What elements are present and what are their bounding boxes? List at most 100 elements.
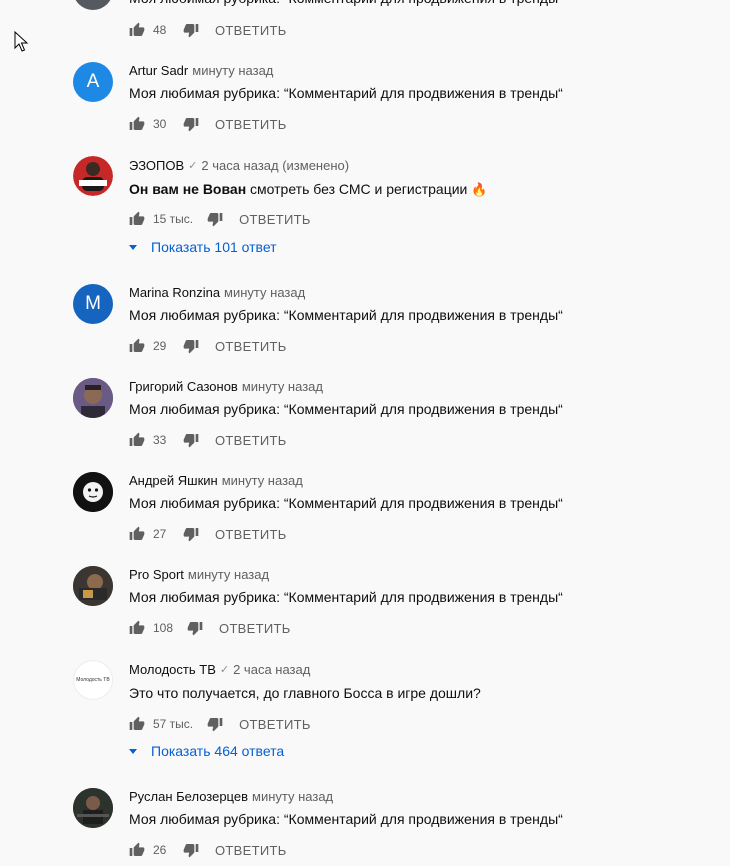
thumb-up-icon[interactable] <box>129 432 145 448</box>
comment-header: Artur Sadr минуту назад <box>129 63 273 79</box>
comment-header: Marina Ronzina минуту назад <box>129 285 305 301</box>
reply-button[interactable]: ОТВЕТИТЬ <box>215 339 287 354</box>
comment-actions: 26 ОТВЕТИТЬ <box>129 840 287 860</box>
comment-timestamp[interactable]: минуту назад <box>188 567 269 583</box>
thumb-down-icon[interactable] <box>183 842 199 858</box>
comment-timestamp[interactable]: 2 часа назад (изменено) <box>201 158 349 174</box>
comment-header: Молодость ТВ ✓ 2 часа назад <box>129 662 310 678</box>
like-count: 48 <box>153 23 167 37</box>
reply-button[interactable]: ОТВЕТИТЬ <box>215 433 287 448</box>
caret-down-icon <box>129 244 137 250</box>
comment-text: Моя любимая рубрика: “Комментарий для пр… <box>129 811 563 827</box>
author-name[interactable]: Pro Sport <box>129 567 184 583</box>
like-count: 30 <box>153 117 167 131</box>
comment-text: Моя любимая рубрика: “Комментарий для пр… <box>129 307 563 323</box>
thumb-down-icon[interactable] <box>183 116 199 132</box>
avatar[interactable]: A <box>73 62 113 102</box>
like-count: 57 тыс. <box>153 717 194 731</box>
comment-timestamp[interactable]: минуту назад <box>222 473 303 489</box>
author-name[interactable]: Руслан Белозерцев <box>129 789 248 805</box>
reply-button[interactable]: ОТВЕТИТЬ <box>239 212 311 227</box>
thumb-down-icon[interactable] <box>183 22 199 38</box>
check-icon: ✓ <box>188 160 198 172</box>
avatar-image <box>73 156 113 196</box>
comment-timestamp[interactable]: 2 часа назад <box>233 662 310 678</box>
comment-header: Руслан Белозерцев минуту назад <box>129 789 333 805</box>
reply-button[interactable]: ОТВЕТИТЬ <box>215 23 287 38</box>
avatar[interactable] <box>73 788 113 828</box>
comment-header: Андрей Яшкин минуту назад <box>129 473 303 489</box>
avatar[interactable] <box>73 0 113 10</box>
comment-actions: 33 ОТВЕТИТЬ <box>129 430 287 450</box>
comment-timestamp[interactable]: минуту назад <box>242 379 323 395</box>
check-icon: ✓ <box>219 664 230 676</box>
thumb-up-icon[interactable] <box>129 716 145 732</box>
comment-actions: 15 тыс. ОТВЕТИТЬ <box>129 209 311 229</box>
thumb-down-icon[interactable] <box>183 432 199 448</box>
fire-icon: 🔥 <box>471 182 488 197</box>
like-count: 27 <box>153 527 167 541</box>
author-name[interactable]: Григорий Сазонов <box>129 379 238 395</box>
avatar[interactable] <box>73 378 113 418</box>
comment-text-rest: смотреть без СМС и регистрации <box>246 181 468 197</box>
comment-text: Моя любимая рубрика: “Комментарий для пр… <box>129 401 563 417</box>
thumb-up-icon[interactable] <box>129 338 145 354</box>
thumb-up-icon[interactable] <box>129 211 145 227</box>
comment-text: Моя любимая рубрика: “Комментарий для пр… <box>129 85 563 101</box>
author-name[interactable]: Андрей Яшкин <box>129 473 218 489</box>
show-replies-label: Показать 464 ответа <box>151 743 285 759</box>
comment-timestamp[interactable]: минуту назад <box>224 285 305 301</box>
like-count: 108 <box>153 621 174 635</box>
thumb-up-icon[interactable] <box>129 116 145 132</box>
thumb-up-icon[interactable] <box>129 22 145 38</box>
reply-button[interactable]: ОТВЕТИТЬ <box>215 117 287 132</box>
thumb-down-icon[interactable] <box>183 526 199 542</box>
comment-timestamp[interactable]: минуту назад <box>252 789 333 805</box>
like-count: 26 <box>153 843 167 857</box>
comments-list: Моя любимая рубрика: “Комментарий для пр… <box>0 0 730 866</box>
thumb-down-icon[interactable] <box>207 716 223 732</box>
reply-button[interactable]: ОТВЕТИТЬ <box>239 717 311 732</box>
avatar-image <box>73 472 113 512</box>
author-name[interactable]: Молодость ТВ <box>129 662 216 678</box>
avatar[interactable] <box>73 566 113 606</box>
thumb-down-icon[interactable] <box>187 620 203 636</box>
comment-text-bold: Он вам не Вован <box>129 181 247 197</box>
comment-header: ЭЗОПОВ ✓ 2 часа назад (изменено) <box>129 158 349 174</box>
author-name[interactable]: Marina Ronzina <box>129 285 220 301</box>
reply-button[interactable]: ОТВЕТИТЬ <box>219 621 291 636</box>
avatar[interactable] <box>73 156 113 196</box>
comment-actions: 30 ОТВЕТИТЬ <box>129 114 287 134</box>
show-replies-label: Показать 101 ответ <box>151 239 277 255</box>
author-name[interactable]: ЭЗОПОВ <box>129 158 184 174</box>
thumb-down-icon[interactable] <box>207 211 223 227</box>
avatar-image <box>73 566 113 606</box>
avatar[interactable] <box>73 472 113 512</box>
avatar-label: Молодость ТВ <box>76 677 110 683</box>
comment-header: Pro Sport минуту назад <box>129 567 269 583</box>
avatar-letter: M <box>85 293 101 314</box>
reply-button[interactable]: ОТВЕТИТЬ <box>215 527 287 542</box>
author-name[interactable]: Artur Sadr <box>129 63 188 79</box>
avatar-letter: A <box>86 71 100 92</box>
comment-timestamp[interactable]: минуту назад <box>192 63 273 79</box>
thumb-up-icon[interactable] <box>129 526 145 542</box>
comment-actions: 108 ОТВЕТИТЬ <box>129 618 291 638</box>
avatar[interactable]: Молодость ТВ <box>73 660 113 700</box>
thumb-up-icon[interactable] <box>129 842 145 858</box>
show-replies-button[interactable]: Показать 464 ответа <box>129 741 284 761</box>
caret-down-icon <box>129 748 137 754</box>
comment-text: Моя любимая рубрика: “Комментарий для пр… <box>129 589 563 605</box>
thumb-up-icon[interactable] <box>129 620 145 636</box>
like-count: 15 тыс. <box>153 212 194 226</box>
reply-button[interactable]: ОТВЕТИТЬ <box>215 843 287 858</box>
show-replies-button[interactable]: Показать 101 ответ <box>129 237 277 257</box>
comment-header: Григорий Сазонов минуту назад <box>129 379 323 395</box>
like-count: 29 <box>153 339 167 353</box>
like-count: 33 <box>153 433 167 447</box>
thumb-down-icon[interactable] <box>183 338 199 354</box>
comment-text: Это что получается, до главного Босса в … <box>129 685 481 701</box>
comment-actions: 48 ОТВЕТИТЬ <box>129 20 287 40</box>
avatar[interactable]: M <box>73 284 113 324</box>
comment-actions: 27 ОТВЕТИТЬ <box>129 524 287 544</box>
